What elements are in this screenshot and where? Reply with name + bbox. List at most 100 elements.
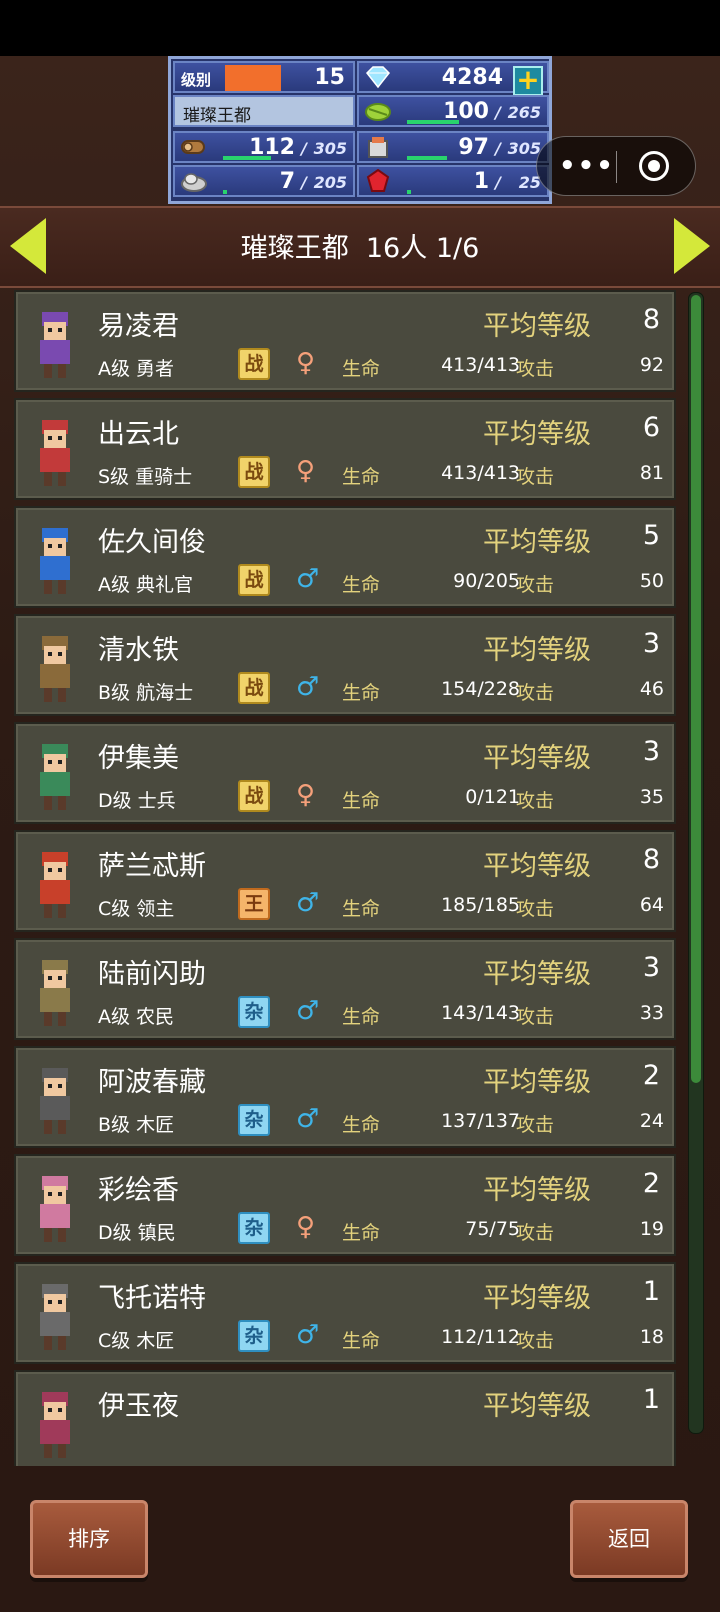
gender-icon: ♂	[296, 1320, 320, 1350]
gems-value: 4284	[441, 65, 503, 90]
avg-level-label: 平均等级	[483, 1283, 591, 1314]
avg-level-value: 6	[642, 412, 660, 443]
role-badge: 杂	[238, 1212, 270, 1244]
role-badge: 杂	[238, 1320, 270, 1352]
character-card[interactable]: 伊玉夜 平均等级 1	[14, 1370, 676, 1466]
resource-hud: 级别 15 4284 + 璀璨王都 100 / 265 112 / 305 97…	[168, 56, 552, 204]
goods-cell: 97 / 305	[357, 131, 549, 163]
attack-value: 18	[639, 1326, 664, 1348]
hp-label: 生命	[342, 682, 381, 704]
hp-label: 生命	[342, 1006, 381, 1028]
capsule-divider	[616, 151, 617, 183]
character-card[interactable]: 佐久间俊 平均等级 5 A级 典礼官 战 ♂ 生命 90/205 攻击 50	[14, 506, 676, 608]
character-name: 易凌君	[98, 311, 179, 342]
food-icon	[365, 103, 391, 121]
attack-label: 攻击	[516, 1330, 555, 1352]
stone-cell: 7 / 205	[173, 165, 355, 197]
character-card[interactable]: 彩绘香 平均等级 2 D级 镇民 杂 ♀ 生命 75/75 攻击 19	[14, 1154, 676, 1256]
character-card[interactable]: 陆前闪助 平均等级 3 A级 农民 杂 ♂ 生命 143/143 攻击 33	[14, 938, 676, 1040]
stone-cap: 205	[313, 173, 347, 192]
close-target-icon[interactable]	[639, 151, 669, 181]
wood-log-icon	[181, 140, 205, 154]
add-gems-button[interactable]: +	[513, 66, 543, 96]
avg-level-value: 3	[642, 736, 660, 767]
character-card[interactable]: 易凌君 平均等级 8 A级 勇者 战 ♀ 生命 413/413 攻击 92	[14, 290, 676, 392]
attack-value: 33	[639, 1002, 664, 1024]
attack-value: 92	[639, 354, 664, 376]
gems-cell: 4284 +	[357, 61, 549, 96]
goods-value: 97	[458, 135, 489, 160]
role-badge: 战	[238, 348, 270, 380]
gender-icon: ♂	[296, 1104, 320, 1134]
character-class: A级 勇者	[98, 358, 175, 380]
attack-value: 64	[639, 894, 664, 916]
avg-level-label: 平均等级	[483, 635, 591, 666]
attack-label: 攻击	[516, 682, 555, 704]
stone-bar	[223, 190, 227, 194]
attack-value: 35	[639, 786, 664, 808]
attack-value: 19	[639, 1218, 664, 1240]
hp-value: 75/75	[465, 1218, 520, 1240]
avg-level-label: 平均等级	[483, 311, 591, 342]
character-card[interactable]: 伊集美 平均等级 3 D级 士兵 战 ♀ 生命 0/121 攻击 35	[14, 722, 676, 824]
character-card[interactable]: 萨兰忒斯 平均等级 8 C级 领主 王 ♂ 生命 185/185 攻击 64	[14, 830, 676, 932]
avg-level-label: 平均等级	[483, 1175, 591, 1206]
avg-level-label: 平均等级	[483, 1391, 591, 1422]
hp-value: 185/185	[441, 894, 520, 916]
attack-label: 攻击	[516, 1222, 555, 1244]
character-class: C级 木匠	[98, 1330, 175, 1352]
character-card[interactable]: 阿波春藏 平均等级 2 B级 木匠 杂 ♂ 生命 137/137 攻击 24	[14, 1046, 676, 1148]
next-page-arrow-icon[interactable]	[674, 218, 710, 274]
ruby-icon	[366, 169, 390, 192]
attack-label: 攻击	[516, 574, 555, 596]
role-badge: 战	[238, 780, 270, 812]
character-name: 萨兰忒斯	[98, 851, 206, 882]
back-button[interactable]: 返回	[570, 1500, 688, 1578]
character-avatar-icon	[40, 1392, 70, 1458]
character-class: D级 士兵	[98, 790, 176, 812]
avg-level-value: 2	[642, 1168, 660, 1199]
status-bar	[0, 0, 720, 56]
city-name: 璀璨王都	[173, 95, 355, 127]
scrollbar[interactable]	[688, 292, 704, 1434]
hp-value: 0/121	[465, 786, 520, 808]
character-card[interactable]: 飞托诺特 平均等级 1 C级 木匠 杂 ♂ 生命 112/112 攻击 18	[14, 1262, 676, 1364]
wood-cap: 305	[313, 139, 347, 158]
gender-icon: ♀	[296, 348, 316, 378]
character-class: B级 航海士	[98, 682, 194, 704]
scrollbar-thumb[interactable]	[691, 295, 701, 1083]
hp-value: 413/413	[441, 462, 520, 484]
character-list[interactable]: 易凌君 平均等级 8 A级 勇者战 ♀ 生命 413/413 攻击 92 出云北 平均等级 6 S级 重…	[12, 290, 680, 1466]
character-name: 清水铁	[98, 635, 179, 666]
character-class: S级 重骑士	[98, 466, 193, 488]
character-class: B级 木匠	[98, 1114, 175, 1136]
character-card[interactable]: 出云北 平均等级 6 S级 重骑士 战 ♀ 生命 413/413 攻击 81	[14, 398, 676, 500]
gender-icon: ♀	[296, 456, 316, 486]
hp-label: 生命	[342, 1330, 381, 1352]
character-name: 阿波春藏	[98, 1067, 206, 1098]
level-bar	[225, 65, 281, 91]
wood-cell: 112 / 305	[173, 131, 355, 163]
character-avatar-icon	[40, 528, 70, 594]
avg-level-label: 平均等级	[483, 851, 591, 882]
role-badge: 战	[238, 456, 270, 488]
character-avatar-icon	[40, 744, 70, 810]
goods-bar	[407, 156, 447, 160]
page-header: 璀璨王都 16人 1/6	[0, 206, 720, 288]
character-card[interactable]: 清水铁 平均等级 3 B级 航海士 战 ♂ 生命 154/228 攻击 46	[14, 614, 676, 716]
sort-button[interactable]: 排序	[30, 1500, 148, 1578]
attack-value: 81	[639, 462, 664, 484]
level-value: 15	[314, 65, 345, 90]
character-name: 伊集美	[98, 743, 179, 774]
avg-level-label: 平均等级	[483, 743, 591, 774]
hp-label: 生命	[342, 1222, 381, 1244]
avg-level-label: 平均等级	[483, 527, 591, 558]
hp-label: 生命	[342, 358, 381, 380]
diamond-icon	[365, 66, 391, 89]
level-cell: 级别 15	[173, 61, 355, 93]
hp-value: 143/143	[441, 1002, 520, 1024]
character-name: 佐久间俊	[98, 527, 206, 558]
avg-level-value: 5	[642, 520, 660, 551]
character-name: 飞托诺特	[98, 1283, 206, 1314]
more-icon[interactable]: •••	[559, 151, 615, 181]
